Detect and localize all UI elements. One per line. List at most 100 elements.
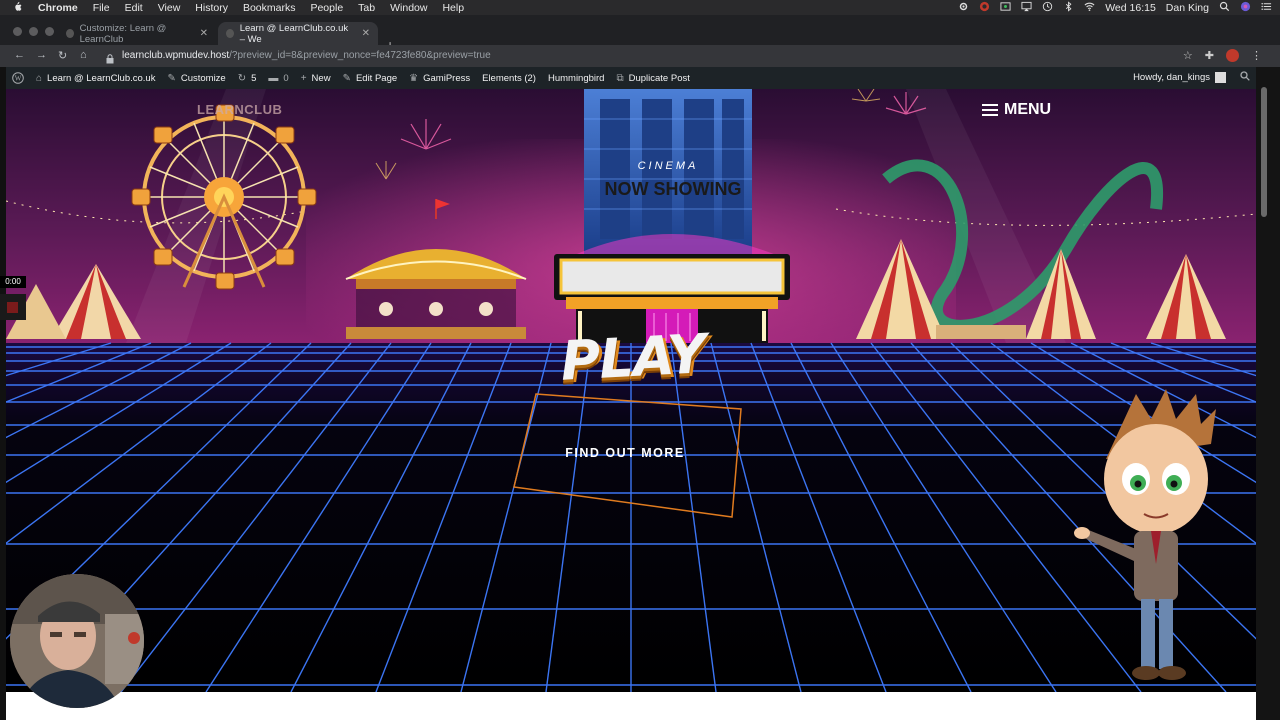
wp-howdy-label: Howdy, dan_kings	[1133, 72, 1210, 83]
brush-icon: ✎	[167, 72, 176, 84]
wp-admin-bar: W ⌂ Learn @ LearnClub.co.uk ✎ Customize ↻ 5…	[6, 67, 1256, 89]
forward-arrow-icon[interactable]: →	[36, 49, 47, 61]
now-showing-sign: NOW SHOWING	[604, 179, 742, 199]
menu-edit[interactable]: Edit	[125, 2, 143, 14]
screen-recorder-icon[interactable]	[1000, 1, 1011, 15]
clock-text[interactable]: Wed 16:15	[1105, 2, 1156, 14]
notification-center-icon[interactable]	[1261, 1, 1272, 15]
site-menu-button[interactable]: MENU	[982, 101, 1051, 119]
wp-customize-label: Customize	[180, 72, 226, 84]
menu-history[interactable]: History	[195, 2, 228, 14]
wp-elements[interactable]: Elements (2)	[482, 73, 536, 84]
settings-gear-icon[interactable]	[958, 1, 969, 15]
wp-updates-count: 5	[251, 72, 257, 84]
home-icon[interactable]: ⌂	[80, 49, 87, 61]
duplicate-icon: ⧉	[616, 72, 624, 84]
menu-tab[interactable]: Tab	[358, 2, 375, 14]
window-controls	[13, 27, 54, 36]
play-button[interactable]: PLAY	[546, 322, 719, 394]
profile-avatar[interactable]	[1226, 49, 1239, 62]
reload-icon[interactable]: ↻	[58, 49, 67, 62]
tab-favicon-icon	[66, 29, 74, 38]
comment-icon: ▬	[268, 72, 279, 84]
find-out-more-link[interactable]: FIND OUT MORE	[550, 446, 700, 460]
wp-hummingbird[interactable]: Hummingbird	[548, 73, 605, 84]
wp-edit-page-label: Edit Page	[355, 72, 398, 84]
bookmark-star-icon[interactable]: ☆	[1183, 49, 1193, 62]
wordpress-logo-icon[interactable]: W	[12, 72, 24, 84]
back-arrow-icon[interactable]: ←	[14, 49, 25, 61]
wp-gamipress[interactable]: ♛ GamiPress	[409, 73, 470, 84]
wifi-icon[interactable]	[1084, 1, 1095, 15]
menu-label: MENU	[1004, 101, 1052, 118]
tab-title: Learn @ LearnClub.co.uk – We	[239, 22, 349, 45]
wp-hummingbird-label: Hummingbird	[547, 72, 605, 84]
stop-icon	[7, 302, 18, 313]
wp-site-label: Learn @ LearnClub.co.uk	[47, 72, 156, 84]
crown-icon: ♛	[409, 72, 419, 84]
close-tab-icon[interactable]: ✕	[200, 28, 208, 39]
extensions-icon[interactable]: ✚	[1205, 49, 1214, 62]
wp-account-menu[interactable]: Howdy, dan_kings	[1133, 72, 1226, 83]
chrome-menu-icon[interactable]: ⋮	[1251, 49, 1262, 62]
wp-comments[interactable]: ▬ 0	[268, 73, 288, 84]
hamburger-icon	[982, 104, 998, 116]
tab-favicon-icon	[226, 29, 234, 38]
wp-duplicate-label: Duplicate Post	[628, 72, 690, 84]
apple-menu-icon[interactable]	[12, 1, 23, 15]
plus-icon: +	[300, 72, 307, 84]
page-scrollbar[interactable]	[1256, 67, 1280, 720]
url-field[interactable]: learnclub.wpmudev.host/?preview_id=8&pre…	[122, 50, 491, 61]
siri-icon[interactable]	[1240, 1, 1251, 15]
wp-elements-label: Elements (2)	[482, 72, 536, 84]
wp-new-label: New	[311, 72, 331, 84]
wp-gamipress-label: GamiPress	[423, 72, 471, 84]
wp-edit-page[interactable]: ✎ Edit Page	[343, 73, 398, 84]
app-name-menu[interactable]: Chrome	[38, 2, 78, 14]
user-name[interactable]: Dan King	[1166, 2, 1209, 14]
page-below-fold	[6, 692, 1256, 720]
updates-icon: ↻	[237, 72, 247, 84]
maximize-window-button[interactable]	[45, 27, 54, 36]
scrollbar-thumb[interactable]	[1261, 87, 1267, 217]
minimize-window-button[interactable]	[29, 27, 38, 36]
wp-site-name[interactable]: ⌂ Learn @ LearnClub.co.uk	[36, 73, 155, 84]
webcam-bubble	[10, 574, 144, 708]
ferris-wheel	[131, 104, 317, 290]
wp-search-icon[interactable]	[1240, 71, 1250, 84]
bluetooth-icon[interactable]	[1063, 0, 1074, 15]
menu-help[interactable]: Help	[442, 2, 464, 14]
wp-comments-count: 0	[283, 72, 289, 84]
menu-bookmarks[interactable]: Bookmarks	[243, 2, 296, 14]
close-tab-icon[interactable]: ✕	[362, 28, 370, 39]
mac-menu-bar: Chrome File Edit View History Bookmarks …	[0, 0, 1280, 15]
menu-people[interactable]: People	[310, 2, 343, 14]
wp-avatar	[1215, 72, 1226, 83]
pencil-icon: ✎	[342, 72, 351, 84]
presenter-photo	[10, 574, 144, 708]
site-logo[interactable]: LEARNCLUB	[197, 102, 282, 117]
wp-customize[interactable]: ✎ Customize	[167, 73, 225, 84]
spotlight-search-icon[interactable]	[1219, 1, 1230, 15]
menu-view[interactable]: View	[158, 2, 181, 14]
url-path: /?preview_id=8&preview_nonce=fe4723fe80&…	[229, 50, 491, 61]
recording-timer: 0:00	[0, 276, 26, 288]
home-icon: ⌂	[36, 72, 43, 84]
stop-recording-button[interactable]	[0, 294, 26, 320]
airplay-icon[interactable]	[1021, 1, 1032, 15]
wp-updates[interactable]: ↻ 5	[238, 73, 257, 84]
menu-file[interactable]: File	[93, 2, 110, 14]
svg-text:W: W	[15, 75, 22, 83]
menu-window[interactable]: Window	[390, 2, 427, 14]
tab-customize[interactable]: Customize: Learn @ LearnClub ✕	[58, 22, 216, 45]
close-window-button[interactable]	[13, 27, 22, 36]
browser-toolbar: ← → ↻ ⌂ learnclub.wpmudev.host/?preview_…	[0, 45, 1280, 67]
tab-learnclub[interactable]: Learn @ LearnClub.co.uk – We ✕	[218, 22, 378, 45]
wp-new[interactable]: + New	[301, 73, 331, 84]
time-machine-icon[interactable]	[1042, 1, 1053, 15]
wp-duplicate-post[interactable]: ⧉ Duplicate Post	[616, 73, 689, 84]
creative-cloud-icon[interactable]	[979, 1, 990, 15]
url-host: learnclub.wpmudev.host	[122, 50, 230, 61]
browser-tab-strip: Customize: Learn @ LearnClub ✕ Learn @ L…	[0, 15, 1280, 53]
tab-title: Customize: Learn @ LearnClub	[79, 22, 167, 45]
